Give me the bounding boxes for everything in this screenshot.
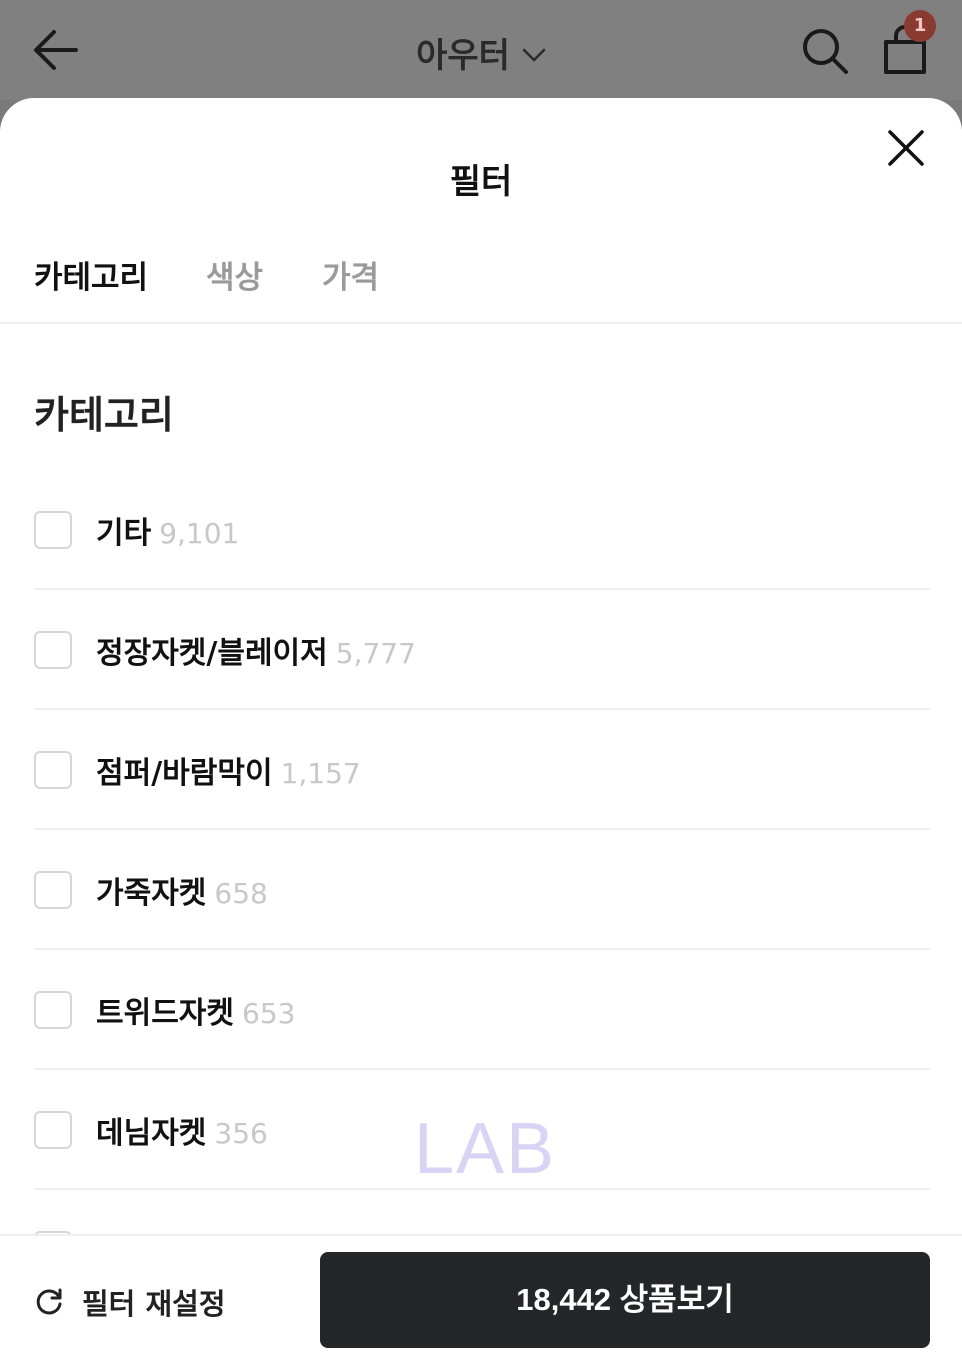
section-title: 카테고리 — [34, 393, 174, 437]
category-checkbox[interactable] — [34, 751, 72, 789]
category-checkbox[interactable] — [34, 1111, 72, 1149]
category-checkbox[interactable] — [34, 871, 72, 909]
category-title-text: 아우터 — [416, 36, 510, 76]
category-name: 점퍼/바람막이 — [96, 756, 273, 791]
category-name: 트위드자켓 — [96, 996, 234, 1031]
list-item[interactable]: 가죽자켓 658 — [34, 830, 930, 950]
category-name: 정장자켓/블레이저 — [96, 636, 328, 671]
category-label[interactable]: 트위드자켓 653 — [96, 988, 295, 1032]
category-label[interactable]: 기타 9,101 — [96, 508, 239, 552]
tab-price[interactable]: 가격 — [322, 252, 379, 297]
category-label[interactable]: 가죽자켓 658 — [96, 868, 268, 912]
filter-sheet: 필터 카테고리 색상 가격 카테고리 기타 9,101 정장자켓/블레이저 5,77… — [0, 98, 962, 1360]
category-checkbox[interactable] — [34, 511, 72, 549]
tab-color[interactable]: 색상 — [206, 252, 263, 297]
category-count: 1,157 — [280, 757, 361, 790]
reset-filter-label: 필터 재설정 — [82, 1287, 226, 1321]
category-count: 658 — [214, 877, 268, 910]
category-count: 9,101 — [159, 517, 240, 550]
category-label[interactable]: 점퍼/바람막이 1,157 — [96, 748, 361, 792]
search-icon[interactable] — [800, 26, 850, 76]
category-label[interactable]: 데님자켓 356 — [96, 1108, 268, 1152]
filter-tabs: 카테고리 색상 가격 — [0, 248, 962, 324]
filter-footer: 필터 재설정 18,442 상품보기 — [0, 1234, 962, 1360]
category-count: 5,777 — [335, 637, 416, 670]
close-icon[interactable] — [884, 126, 928, 170]
reset-filter-button[interactable]: 필터 재설정 — [34, 1282, 226, 1322]
category-checkbox[interactable] — [34, 631, 72, 669]
app-bar: 아우터 1 — [0, 0, 962, 100]
list-item[interactable]: 기타 9,101 — [34, 470, 930, 590]
list-item[interactable]: 트위드자켓 653 — [34, 950, 930, 1070]
view-products-button[interactable]: 18,442 상품보기 — [320, 1252, 930, 1348]
watermark: LAB — [414, 1109, 557, 1189]
category-label[interactable]: 정장자켓/블레이저 5,777 — [96, 628, 416, 672]
chevron-down-icon — [522, 48, 546, 61]
cart-count-badge: 1 — [904, 10, 936, 42]
list-item[interactable]: 점퍼/바람막이 1,157 — [34, 710, 930, 830]
tab-category[interactable]: 카테고리 — [34, 252, 148, 297]
refresh-icon — [36, 1288, 62, 1315]
category-checkbox[interactable] — [34, 991, 72, 1029]
category-name: 가죽자켓 — [96, 876, 207, 911]
category-count: 356 — [214, 1117, 268, 1150]
category-count: 653 — [242, 997, 296, 1030]
list-item[interactable]: 정장자켓/블레이저 5,777 — [34, 590, 930, 710]
category-name: 기타 — [96, 516, 152, 551]
sheet-title: 필터 — [449, 162, 513, 202]
category-name: 데님자켓 — [96, 1116, 207, 1151]
